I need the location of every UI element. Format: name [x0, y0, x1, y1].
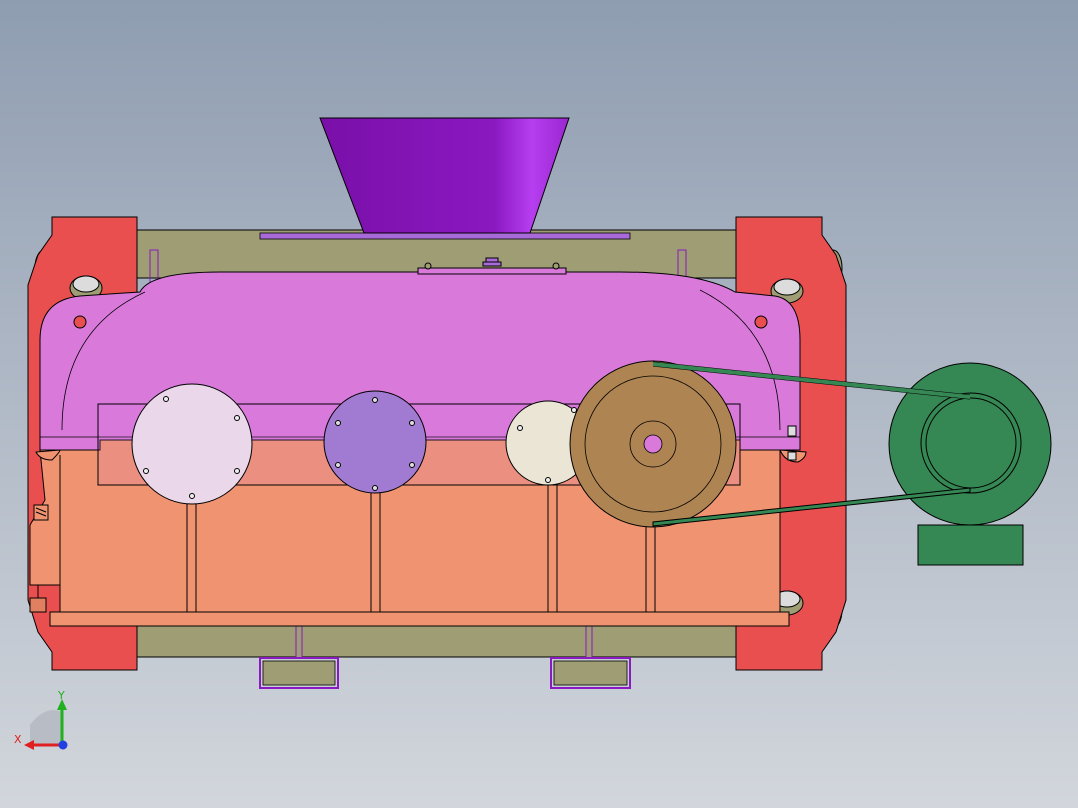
feed-hopper[interactable] — [319, 117, 570, 234]
drive-pulley[interactable] — [569, 360, 737, 528]
model-canvas[interactable]: Y X — [0, 0, 1078, 808]
cad-viewport[interactable]: Y X — [0, 0, 1078, 808]
z-axis-icon — [58, 740, 68, 750]
x-axis-label: X — [14, 733, 22, 746]
bearing-cover-medium[interactable] — [323, 390, 427, 494]
vent-plug[interactable] — [33, 504, 49, 521]
y-axis-label: Y — [57, 689, 65, 702]
bearing-cover-large[interactable] — [131, 383, 253, 505]
